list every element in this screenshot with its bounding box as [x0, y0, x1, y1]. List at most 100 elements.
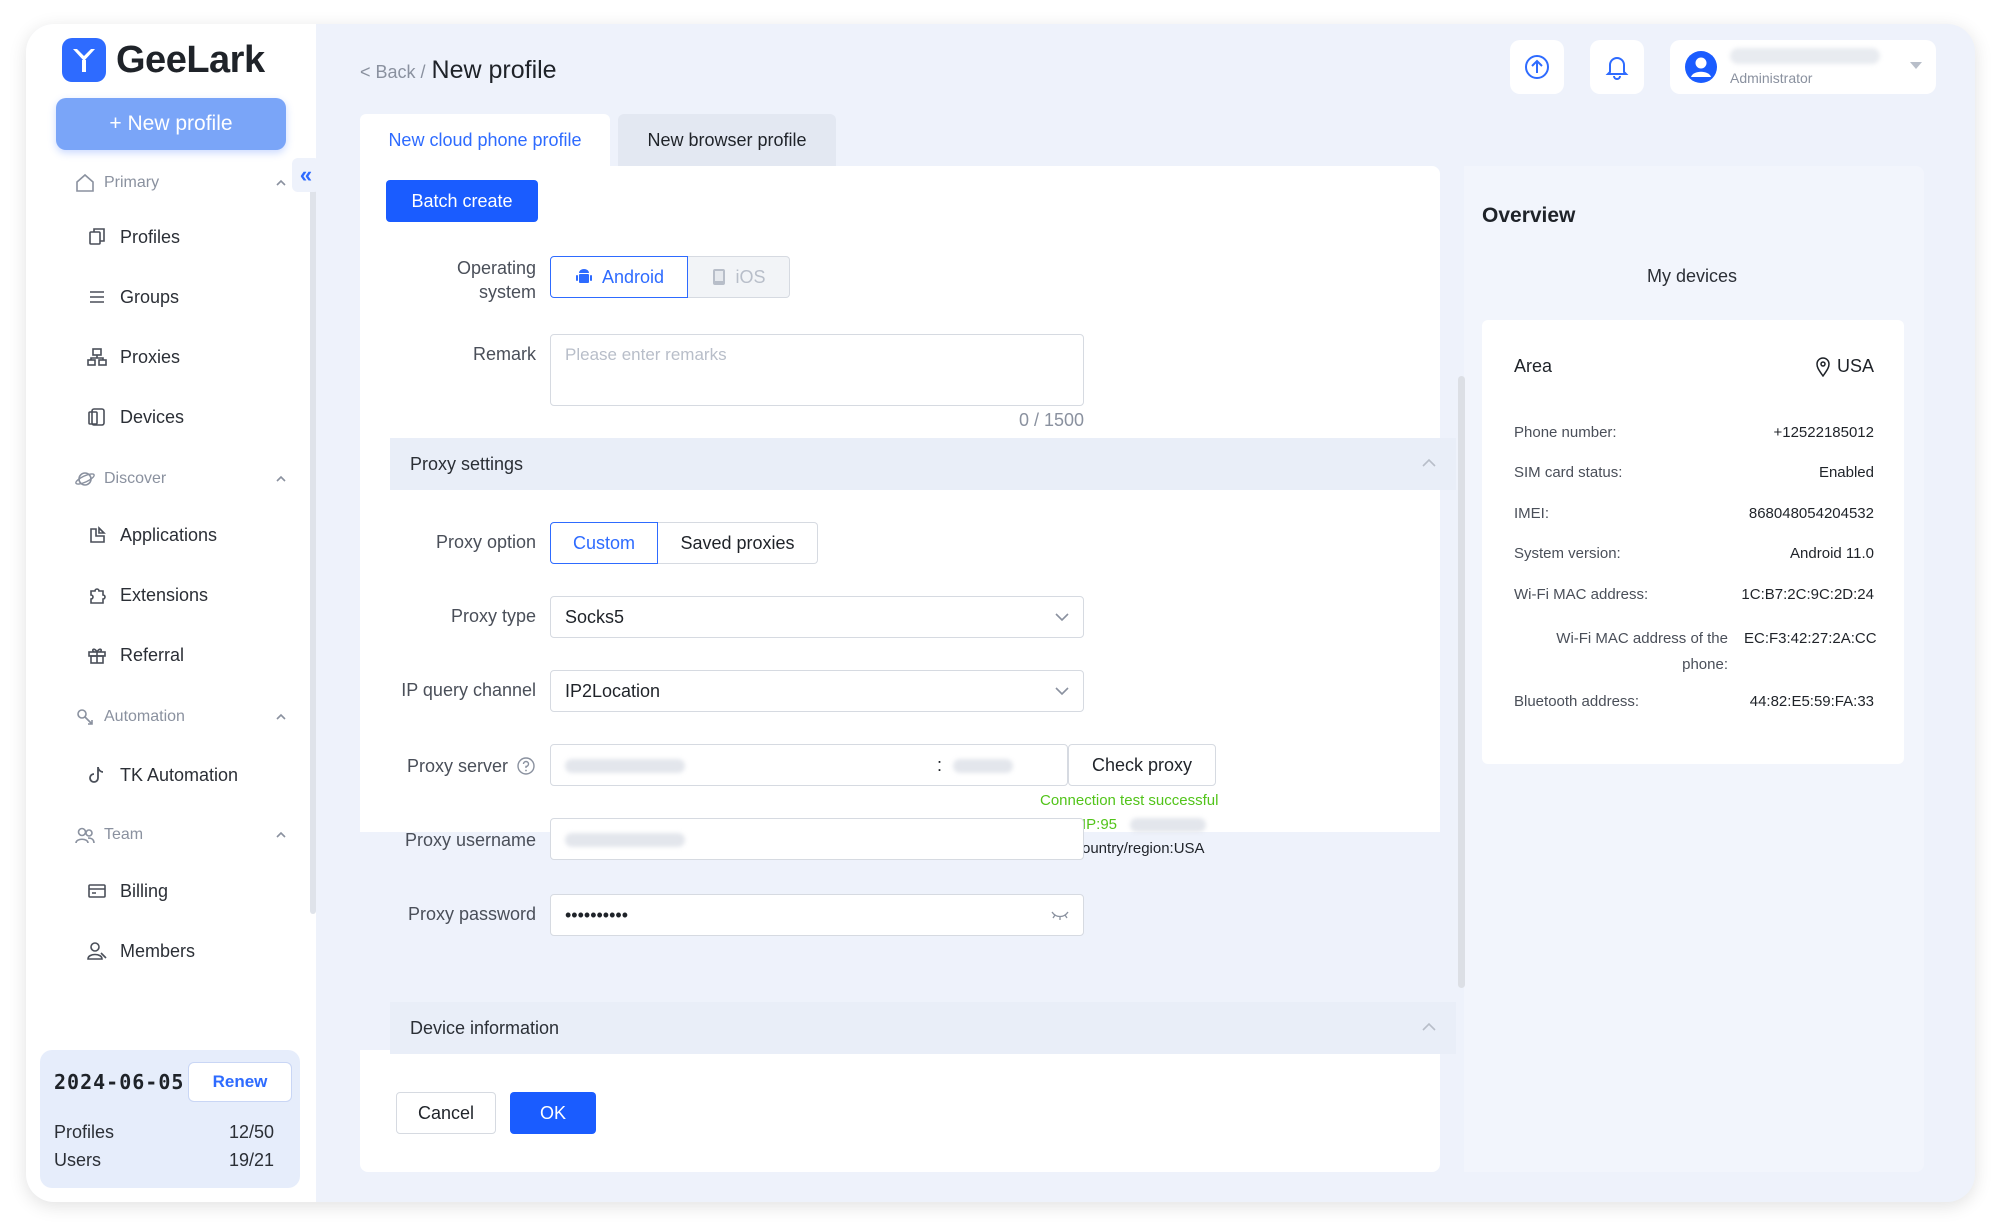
caret-down-icon [1910, 62, 1922, 69]
nav-group-label: Team [104, 826, 144, 843]
help-icon[interactable] [516, 756, 536, 776]
chevron-up-icon [276, 831, 286, 838]
applications-icon [90, 526, 106, 543]
phone-number-value: +12522185012 [1773, 424, 1874, 441]
user-role: Administrator [1730, 70, 1813, 86]
chevron-up-icon [276, 475, 286, 482]
back-link[interactable]: < Back / [360, 62, 426, 83]
plan-users-value: 19/21 [228, 1150, 274, 1170]
sidebar-item-tk-automation[interactable]: TK Automation [86, 764, 238, 786]
sidebar-item-proxies[interactable]: Proxies [86, 346, 180, 368]
proxy-password-input[interactable]: •••••••••• [550, 894, 1084, 936]
plan-card: 2024-06-05 Renew Profiles 12/50 Users 19… [40, 1050, 300, 1188]
proxy-password-value: •••••••••• [565, 904, 629, 925]
proxy-type-label: Proxy type [450, 606, 536, 626]
sidebar-item-extensions[interactable]: Extensions [86, 584, 208, 606]
profiles-icon [89, 228, 105, 245]
remark-counter: 0 / 1500 [1018, 410, 1084, 430]
host-port-separator: : [937, 755, 943, 775]
proxy-settings-header[interactable]: Proxy settings [390, 438, 1456, 490]
tab-new-cloud-phone-profile[interactable]: New cloud phone profile [360, 114, 610, 166]
nav-group-discover[interactable]: Discover [74, 468, 286, 490]
plan-expiry-date: 2024-06-05 [54, 1070, 185, 1094]
new-profile-button[interactable]: + New profile [56, 98, 286, 150]
list-icon [90, 291, 104, 303]
nav-group-automation[interactable]: Automation [74, 706, 286, 728]
sidebar-item-label: Extensions [120, 584, 209, 605]
ok-button[interactable]: OK [510, 1092, 596, 1134]
area-label: Area [1514, 356, 1553, 376]
puzzle-icon [90, 588, 106, 604]
remark-label: Remark [472, 344, 536, 364]
proxy-option-custom[interactable]: Custom [550, 522, 658, 564]
location-pin-icon [1816, 356, 1830, 377]
team-icon [75, 827, 95, 844]
device-information-header[interactable]: Device information [390, 1002, 1456, 1054]
proxy-port-redacted [953, 759, 1013, 773]
user-menu[interactable]: Administrator [1670, 40, 1936, 94]
tiktok-icon [89, 766, 104, 783]
proxy-ip-result: IP:95 [1082, 816, 1206, 833]
wifi-mac-value: 1C:B7:2C:9C:2D:24 [1741, 586, 1874, 603]
ip-query-channel-select[interactable]: IP2Location [550, 670, 1084, 712]
form-scrollbar[interactable] [1458, 376, 1465, 988]
billing-icon [88, 884, 106, 898]
plan-users-label: Users [54, 1150, 102, 1170]
tab-new-browser-profile[interactable]: New browser profile [618, 114, 836, 166]
nav-group-team[interactable]: Team [74, 824, 286, 846]
proxy-username-redacted [565, 833, 685, 847]
brand-name: GeeLark [116, 38, 265, 81]
sidebar-item-members[interactable]: Members [86, 940, 195, 962]
sidebar-item-groups[interactable]: Groups [86, 286, 179, 308]
notifications-button[interactable] [1590, 40, 1644, 94]
proxy-username-label: Proxy username [404, 830, 536, 850]
area-value: USA [1780, 356, 1874, 377]
system-version-value: Android 11.0 [1790, 545, 1874, 562]
cancel-button[interactable]: Cancel [396, 1092, 496, 1134]
os-option-ios-label: iOS [735, 266, 766, 287]
eye-closed-icon[interactable] [1051, 909, 1069, 921]
sidebar-item-applications[interactable]: Applications [86, 524, 217, 546]
check-proxy-button[interactable]: Check proxy [1068, 744, 1216, 786]
proxy-type-select[interactable]: Socks5 [550, 596, 1084, 638]
bluetooth-address-value: 44:82:E5:59:FA:33 [1749, 693, 1874, 710]
os-selector: Android iOS [550, 256, 790, 298]
sidebar-item-label: Proxies [120, 346, 181, 367]
upload-button[interactable] [1510, 40, 1564, 94]
phone-number-label: Phone number: [1514, 424, 1617, 441]
proxy-username-input[interactable] [550, 818, 1084, 860]
renew-button[interactable]: Renew [188, 1062, 292, 1102]
plan-profiles-value: 12/50 [228, 1122, 274, 1142]
os-option-android-label: Android [601, 266, 665, 287]
sidebar-item-label: Groups [120, 286, 180, 307]
batch-create-button[interactable]: Batch create [386, 180, 538, 222]
bluetooth-address-label: Bluetooth address: [1514, 693, 1640, 710]
sidebar-item-profiles[interactable]: Profiles [86, 226, 180, 248]
sidebar: GeeLark + New profile Primary Profiles G… [26, 24, 316, 1202]
nav-group-primary[interactable]: Primary [74, 172, 286, 194]
proxy-ip-prefix: IP:95 [1082, 816, 1118, 833]
collapse-sidebar-icon[interactable]: « [292, 158, 320, 192]
geelark-logo-icon [62, 38, 106, 82]
sidebar-item-label: Referral [120, 644, 185, 665]
bell-icon [1605, 57, 1629, 80]
imei-value: 868048054204532 [1748, 505, 1874, 522]
proxy-password-label: Proxy password [407, 904, 536, 924]
sidebar-item-referral[interactable]: Referral [86, 644, 184, 666]
sidebar-scrollbar[interactable] [310, 174, 316, 914]
proxy-server-input[interactable]: : [550, 744, 1068, 786]
overview-subtitle: My devices [1646, 266, 1738, 286]
sidebar-item-label: Billing [120, 880, 169, 901]
plan-users-row: Users 19/21 [54, 1150, 274, 1171]
nav-group-label: Automation [104, 708, 185, 725]
os-label-line1: Operating [456, 258, 536, 278]
proxy-option-saved-proxies[interactable]: Saved proxies [658, 522, 818, 564]
phone-wifi-mac-label: Wi-Fi MAC address of the phone: [1556, 630, 1728, 673]
sidebar-item-devices[interactable]: Devices [86, 406, 184, 428]
sidebar-item-billing[interactable]: Billing [86, 880, 168, 902]
home-icon [76, 173, 94, 192]
automation-icon [77, 709, 93, 725]
sidebar-item-label: Profiles [120, 226, 181, 247]
os-option-android[interactable]: Android [550, 256, 688, 298]
remark-input[interactable]: Please enter remarks [550, 334, 1084, 406]
